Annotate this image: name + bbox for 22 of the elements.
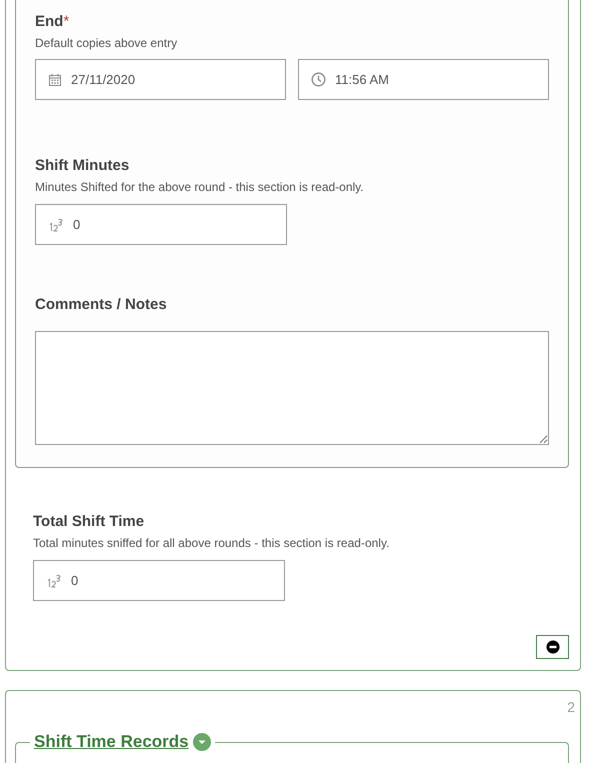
field-label: Shift Minutes	[35, 157, 130, 175]
field-hint: Default copies above entry	[35, 36, 178, 50]
comments-field[interactable]	[35, 331, 549, 445]
field-hint: Minutes Shifted for the above round - this section is read-only.	[35, 180, 364, 194]
minus-icon	[546, 640, 560, 654]
date-field[interactable]: 27/11/2020	[35, 59, 286, 100]
required-mark: *	[63, 13, 70, 31]
section-number: 2	[567, 699, 575, 715]
field-label: End	[35, 13, 64, 31]
clock-icon	[311, 72, 326, 87]
time-field[interactable]: 11:56 AM	[298, 59, 549, 100]
remove-button[interactable]	[536, 635, 569, 659]
number-icon	[48, 218, 64, 232]
field-label: Total Shift Time	[33, 513, 144, 531]
field-label: Comments / Notes	[35, 296, 167, 314]
chevron-icon[interactable]	[192, 733, 211, 751]
section-title-link[interactable]: Shift Time Records	[34, 731, 189, 753]
calendar-icon	[48, 72, 62, 86]
number-icon	[46, 574, 62, 588]
number-field[interactable]: 0	[33, 560, 285, 601]
number-field[interactable]: 0	[35, 204, 287, 245]
field-hint: Total minutes sniffed for all above rounds - this section is read-only.	[33, 536, 390, 550]
